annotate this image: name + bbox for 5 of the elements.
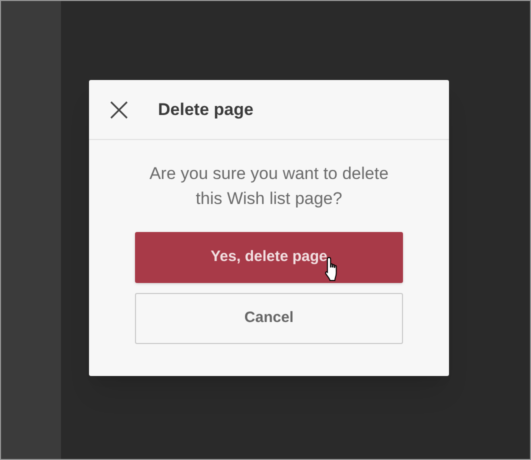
- close-icon[interactable]: [109, 100, 129, 120]
- cancel-button[interactable]: Cancel: [135, 293, 403, 344]
- confirmation-message: Are you sure you want to delete this Wish list page?: [148, 163, 390, 210]
- delete-button[interactable]: Yes, delete page: [135, 232, 403, 283]
- dialog-title: Delete page: [158, 98, 254, 121]
